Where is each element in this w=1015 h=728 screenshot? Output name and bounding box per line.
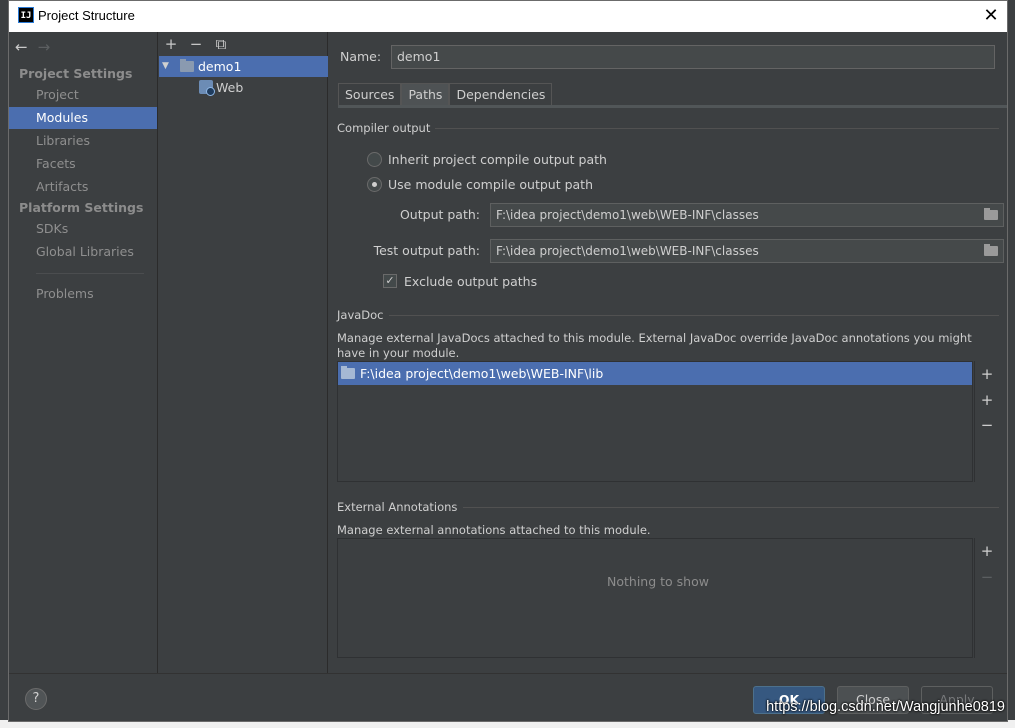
use-module-output-label[interactable]: Use module compile output path [388,177,593,192]
tree-item-module-label: demo1 [198,59,242,74]
compiler-output-divider [435,128,999,129]
tab-paths[interactable]: Paths [401,83,450,105]
external-annotations-divider [463,507,999,508]
nav-item-modules[interactable]: Modules [9,107,157,129]
external-annotations-description: Manage external annotations attached to … [337,523,651,537]
output-path-value: F:\idea project\demo1\web\WEB-INF\classe… [496,208,759,222]
remove-icon[interactable]: − [979,417,995,433]
name-label: Name: [340,49,382,64]
inherit-output-label[interactable]: Inherit project compile output path [388,152,607,167]
tree-item-web-label: Web [216,80,244,95]
add-icon[interactable]: + [979,543,995,559]
folder-icon [341,366,355,379]
nav-history: ← → [15,36,50,58]
test-output-path-value: F:\idea project\demo1\web\WEB-INF\classe… [496,244,759,258]
list-item[interactable]: F:\idea project\demo1\web\WEB-INF\lib [338,362,972,385]
project-structure-dialog: IJ Project Structure ✕ ← → Project Setti… [8,0,1008,722]
settings-nav: ← → Project Settings Project Modules Lib… [9,32,158,673]
module-tabs: Sources Paths Dependencies [338,83,553,105]
folder-browse-icon[interactable] [984,244,998,256]
module-name-field[interactable]: demo1 [391,45,995,69]
window-title: Project Structure [38,8,135,23]
web-facet-icon [199,80,215,96]
tree-toolbar: + − ⧉ [163,35,229,53]
compiler-output-title: Compiler output [337,121,431,135]
javadoc-divider [389,315,999,316]
tab-dependencies[interactable]: Dependencies [449,83,553,105]
nav-item-project[interactable]: Project [9,84,157,106]
test-output-path-field[interactable]: F:\idea project\demo1\web\WEB-INF\classe… [490,239,1004,263]
external-annotations-title: External Annotations [337,500,458,514]
title-bar: IJ Project Structure ✕ [9,1,1007,32]
add-url-icon[interactable]: + [979,392,995,408]
nav-divider [36,273,144,274]
output-path-label: Output path: [399,207,480,222]
nav-item-problems[interactable]: Problems [9,283,157,305]
external-annotations-list[interactable]: Nothing to show [337,538,973,658]
forward-arrow-icon[interactable]: → [38,36,51,58]
nav-item-global-libraries[interactable]: Global Libraries [9,241,157,263]
javadoc-path: F:\idea project\demo1\web\WEB-INF\lib [360,366,604,381]
watermark-text: https://blog.csdn.net/Wangjunhe0819 [766,699,1005,715]
nav-item-artifacts[interactable]: Artifacts [9,176,157,198]
tree-item-web-facet[interactable]: Web [159,77,328,98]
tab-sources[interactable]: Sources [338,83,402,105]
test-output-path-label: Test output path: [373,243,480,258]
tree-item-module[interactable]: ▼ demo1 [159,56,328,77]
background-window-left [0,0,8,728]
module-folder-icon [180,59,194,72]
inherit-output-radio[interactable] [367,152,382,167]
module-tree-panel: + − ⧉ ▼ demo1 Web [159,32,328,673]
add-icon[interactable]: + [979,366,995,382]
help-icon[interactable]: ? [25,688,47,710]
close-icon[interactable]: ✕ [977,3,1005,29]
javadoc-list[interactable]: F:\idea project\demo1\web\WEB-INF\lib [337,361,973,482]
nav-item-facets[interactable]: Facets [9,153,157,175]
javadoc-description: Manage external JavaDocs attached to thi… [337,331,972,360]
exclude-output-label[interactable]: Exclude output paths [404,274,537,289]
javadoc-title: JavaDoc [337,308,384,322]
add-icon[interactable]: + [163,35,179,53]
module-settings-panel: Name: demo1 Sources Paths Dependencies C… [329,32,1007,673]
tabs-underline [338,105,1007,108]
back-arrow-icon[interactable]: ← [15,36,28,58]
expand-triangle-icon[interactable]: ▼ [162,56,169,77]
javadoc-tools: + + − [974,361,998,482]
nav-item-libraries[interactable]: Libraries [9,130,157,152]
folder-browse-icon[interactable] [984,208,998,220]
copy-icon[interactable]: ⧉ [213,35,229,53]
remove-icon[interactable]: − [979,569,995,585]
output-path-field[interactable]: F:\idea project\demo1\web\WEB-INF\classe… [490,203,1004,227]
remove-icon[interactable]: − [188,35,204,53]
external-annotations-tools: + − [974,538,998,658]
use-module-output-radio[interactable] [367,177,382,192]
background-window-right [1008,0,1015,728]
exclude-output-checkbox[interactable]: ✓ [383,274,397,288]
nav-section-platform-settings: Platform Settings [19,200,144,215]
nav-section-project-settings: Project Settings [19,66,133,81]
empty-list-text: Nothing to show [607,574,709,589]
intellij-icon: IJ [18,7,34,23]
nav-item-sdks[interactable]: SDKs [9,218,157,240]
